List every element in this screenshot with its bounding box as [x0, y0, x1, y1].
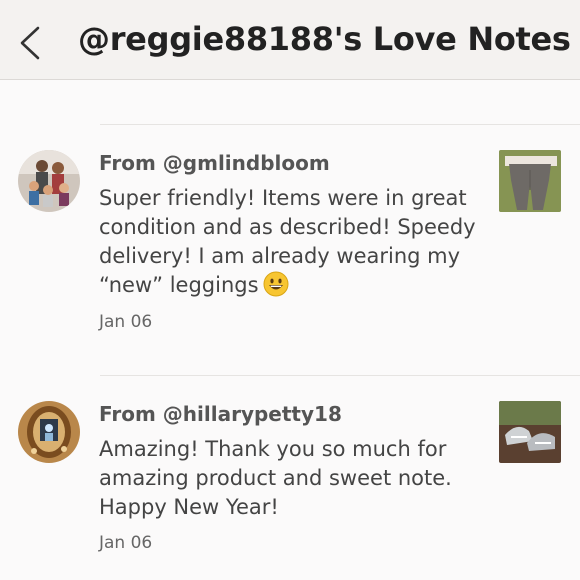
- item-thumbnail[interactable]: [499, 150, 561, 212]
- avatar[interactable]: [18, 150, 80, 212]
- note-message: Super friendly! Items were in great cond…: [99, 184, 479, 300]
- chevron-left-icon: [20, 26, 40, 60]
- grinning-face-emoji-icon: [263, 271, 289, 297]
- note-sender: From @gmlindbloom: [99, 151, 330, 175]
- avatar[interactable]: [18, 401, 80, 463]
- item-thumbnail[interactable]: [499, 401, 561, 463]
- back-button[interactable]: [14, 22, 50, 62]
- note-sender: From @hillarypetty18: [99, 402, 342, 426]
- note-message: Amazing! Thank you so much for amazing p…: [99, 437, 452, 519]
- note-date: Jan 06: [99, 312, 153, 332]
- note-date: Jan 06: [99, 533, 153, 553]
- page-title: @reggie88188's Love Notes: [78, 20, 571, 58]
- divider: [100, 375, 580, 376]
- divider: [100, 124, 580, 125]
- header: @reggie88188's Love Notes: [0, 0, 580, 80]
